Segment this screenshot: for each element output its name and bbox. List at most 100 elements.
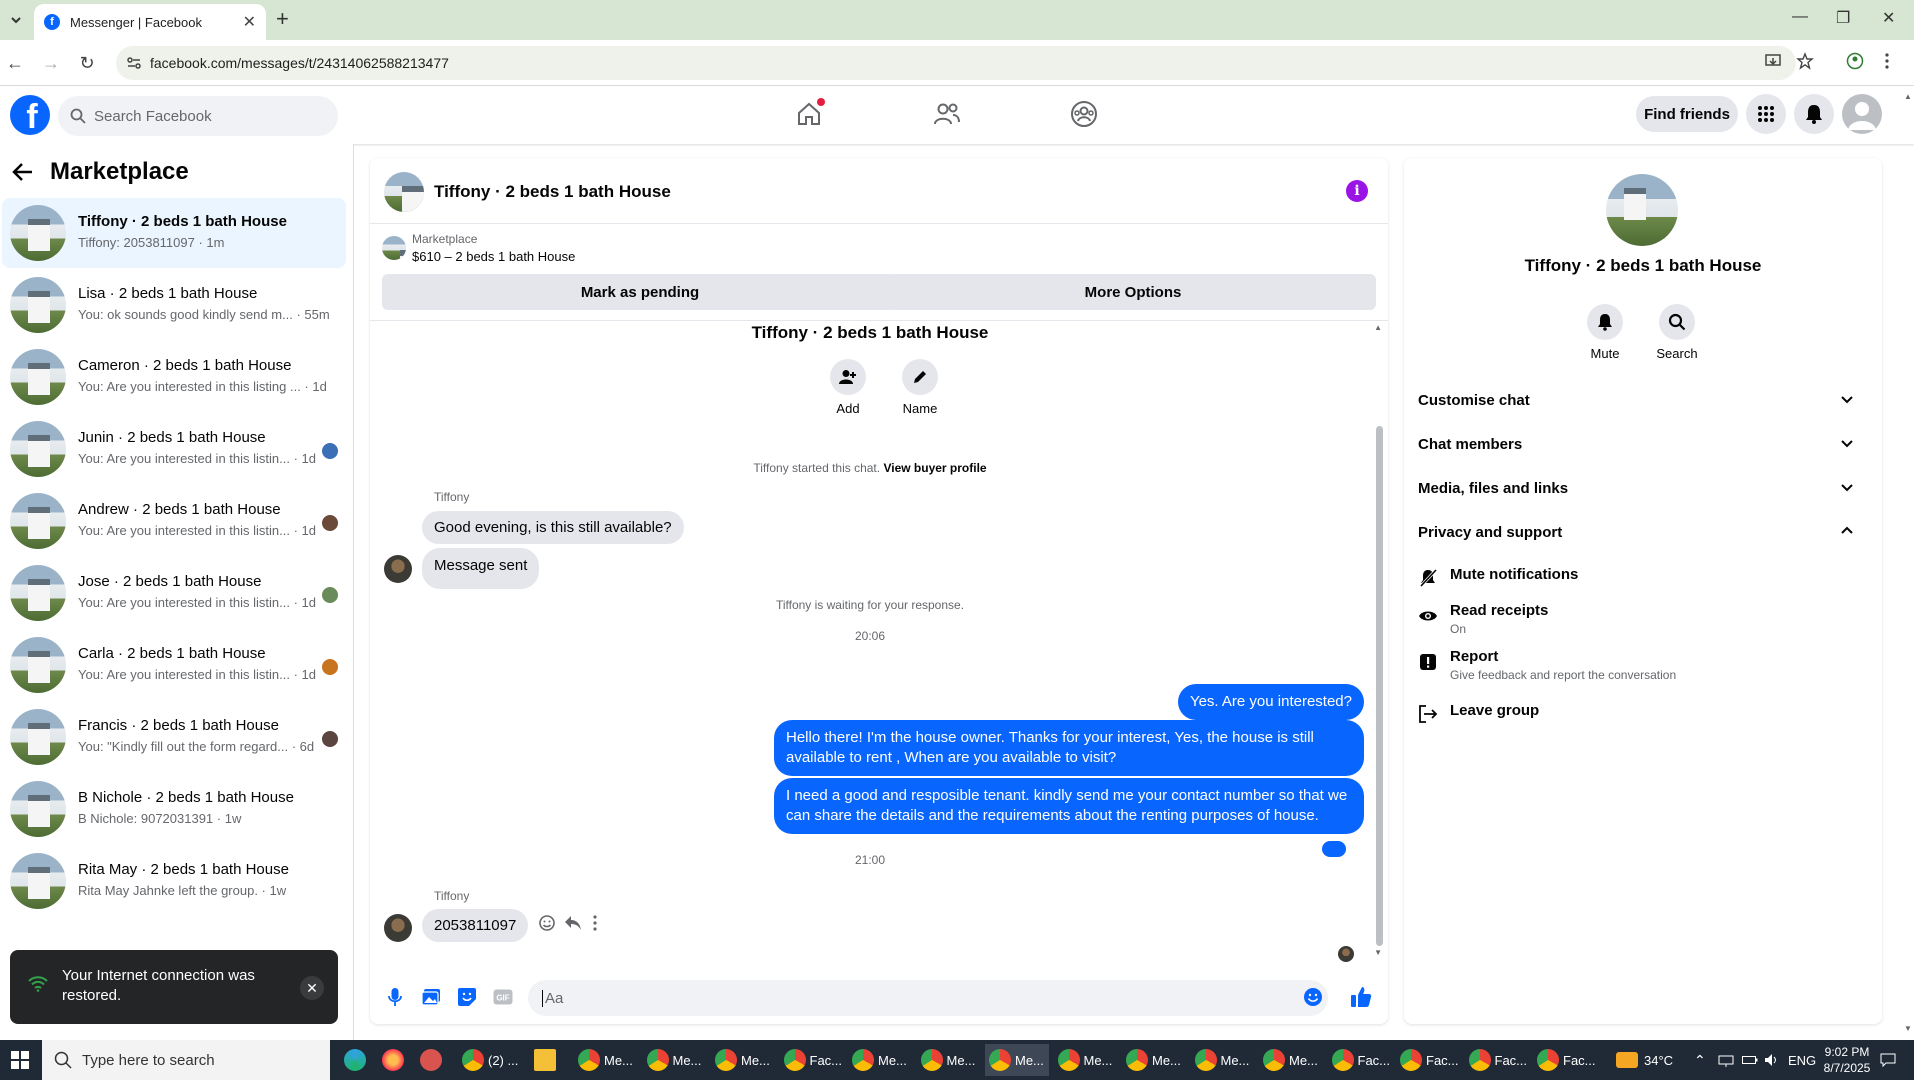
- outgoing-message[interactable]: Hello there! I'm the house owner. Thanks…: [774, 720, 1364, 776]
- outgoing-message[interactable]: I need a good and resposible tenant. kin…: [774, 778, 1364, 834]
- account-avatar[interactable]: [1842, 94, 1882, 134]
- react-icon[interactable]: [538, 914, 556, 932]
- page-scroll-up-icon[interactable]: ▲: [1904, 92, 1912, 101]
- scroll-down-icon[interactable]: ▼: [1374, 948, 1382, 957]
- view-buyer-profile-link[interactable]: View buyer profile: [883, 461, 986, 475]
- mute-notifications-item[interactable]: Mute notifications: [1418, 566, 1864, 590]
- photo-icon[interactable]: [420, 986, 442, 1008]
- more-actions-icon[interactable]: [592, 915, 598, 931]
- taskbar-app-button[interactable]: Fac...: [1533, 1044, 1597, 1076]
- back-icon[interactable]: ←: [4, 52, 26, 74]
- taskbar-app-button[interactable]: Fac...: [1328, 1044, 1392, 1076]
- taskbar-app-button[interactable]: Fac...: [1396, 1044, 1460, 1076]
- info-avatar[interactable]: [1606, 174, 1678, 246]
- thumbs-up-icon[interactable]: [1350, 986, 1372, 1008]
- firefox-taskbar-icon[interactable]: [378, 1044, 408, 1076]
- profile-icon[interactable]: [1846, 52, 1864, 70]
- taskbar-app-button[interactable]: Me...: [711, 1044, 775, 1076]
- conversation-item[interactable]: Tiffony · 2 beds 1 bath House Tiffony: 20…: [2, 198, 346, 268]
- taskbar-app-button[interactable]: Fac...: [780, 1044, 844, 1076]
- chat-scrollbar[interactable]: [1376, 426, 1383, 946]
- bookmark-star-icon[interactable]: [1796, 52, 1814, 70]
- taskbar-app-button[interactable]: Me...: [985, 1044, 1049, 1076]
- taskbar-search-input[interactable]: Type here to search: [42, 1040, 330, 1080]
- friends-icon[interactable]: [927, 94, 967, 134]
- incoming-message[interactable]: Good evening, is this still available?: [422, 511, 684, 544]
- groups-icon[interactable]: [1064, 94, 1104, 134]
- taskbar-app-button[interactable]: Me...: [1054, 1044, 1118, 1076]
- browser-tab-messenger[interactable]: f Messenger | Facebook ✕: [34, 4, 266, 40]
- tab-close-icon[interactable]: ✕: [243, 12, 256, 32]
- conversation-item[interactable]: Jose · 2 beds 1 bath House You: Are you i…: [2, 558, 346, 628]
- sender-avatar[interactable]: [384, 914, 412, 942]
- minimize-icon[interactable]: —: [1792, 8, 1808, 26]
- taskbar-app-button[interactable]: Me...: [1122, 1044, 1186, 1076]
- page-scroll-down-icon[interactable]: ▼: [1904, 1024, 1912, 1033]
- new-tab-button[interactable]: +: [276, 8, 289, 30]
- chat-title[interactable]: Tiffony · 2 beds 1 bath House: [434, 182, 671, 202]
- taskbar-app-button[interactable]: Me...: [643, 1044, 707, 1076]
- message-input[interactable]: Aa: [528, 980, 1328, 1016]
- mute-button[interactable]: Mute: [1575, 304, 1635, 361]
- windows-start-icon[interactable]: [0, 1040, 40, 1080]
- taskbar-app-button[interactable]: Me...: [574, 1044, 638, 1076]
- taskbar-app-button[interactable]: Me...: [1259, 1044, 1323, 1076]
- close-window-icon[interactable]: ✕: [1882, 8, 1895, 28]
- mark-as-pending-button[interactable]: Mark as pending: [382, 274, 898, 310]
- reload-icon[interactable]: ↻: [76, 52, 98, 74]
- more-options-button[interactable]: More Options: [890, 274, 1376, 310]
- conversation-item[interactable]: Francis · 2 beds 1 bath House You: "Kindl…: [2, 702, 346, 772]
- info-icon[interactable]: i: [1346, 180, 1368, 202]
- report-item[interactable]: Report Give feedback and report the conv…: [1418, 648, 1864, 688]
- facebook-search-input[interactable]: Search Facebook: [58, 96, 338, 136]
- notifications-bell-icon[interactable]: [1794, 94, 1834, 134]
- home-icon[interactable]: [789, 94, 829, 134]
- install-app-icon[interactable]: [1764, 52, 1782, 70]
- leave-group-item[interactable]: Leave group: [1418, 702, 1864, 726]
- sticker-icon[interactable]: [456, 986, 478, 1008]
- weather-widget[interactable]: 34°C: [1616, 1040, 1673, 1080]
- tab-search-dropdown-icon[interactable]: [4, 8, 28, 32]
- system-clock[interactable]: 9:02 PM 8/7/2025: [1812, 1044, 1882, 1076]
- battery-icon[interactable]: [1742, 1040, 1758, 1080]
- app-taskbar-icon[interactable]: [416, 1044, 446, 1076]
- gif-icon[interactable]: GIF: [492, 986, 514, 1008]
- search-in-chat-button[interactable]: Search: [1647, 304, 1707, 361]
- forward-icon[interactable]: →: [40, 52, 62, 74]
- network-icon[interactable]: [1718, 1040, 1734, 1080]
- toast-close-icon[interactable]: ✕: [300, 976, 324, 1000]
- taskbar-app-button[interactable]: (2) ...: [458, 1044, 522, 1076]
- back-arrow-icon[interactable]: [12, 162, 34, 182]
- outgoing-message[interactable]: Yes. Are you interested?: [1177, 684, 1364, 720]
- conversation-item[interactable]: Lisa · 2 beds 1 bath House You: ok sounds…: [2, 270, 346, 340]
- chat-members-section[interactable]: Chat members: [1418, 426, 1864, 462]
- menu-grid-icon[interactable]: [1746, 94, 1786, 134]
- microphone-icon[interactable]: [384, 986, 406, 1008]
- taskbar-app-button[interactable]: Fac...: [1465, 1044, 1529, 1076]
- conversation-item[interactable]: Cameron · 2 beds 1 bath House You: Are yo…: [2, 342, 346, 412]
- taskbar-app-button[interactable]: Me...: [1191, 1044, 1255, 1076]
- site-info-icon[interactable]: [126, 55, 142, 71]
- taskbar-app-button[interactable]: Me...: [848, 1044, 912, 1076]
- browser-menu-icon[interactable]: [1884, 52, 1890, 70]
- tray-overflow-icon[interactable]: ⌃: [1694, 1040, 1706, 1080]
- scroll-up-icon[interactable]: ▲: [1374, 323, 1382, 332]
- conversation-item[interactable]: B Nichole · 2 beds 1 bath House B Nichole…: [2, 774, 346, 844]
- reply-icon[interactable]: [564, 915, 582, 931]
- privacy-support-section[interactable]: Privacy and support: [1418, 514, 1864, 550]
- incoming-message[interactable]: 2053811097: [422, 909, 529, 942]
- restore-icon[interactable]: ❐: [1836, 8, 1850, 28]
- read-receipts-item[interactable]: Read receipts On: [1418, 602, 1864, 642]
- conversation-item[interactable]: Carla · 2 beds 1 bath House You: Are you …: [2, 630, 346, 700]
- address-bar[interactable]: facebook.com/messages/t/2431406258821347…: [116, 46, 1796, 80]
- sender-avatar[interactable]: [384, 555, 412, 583]
- customise-chat-section[interactable]: Customise chat: [1418, 382, 1864, 418]
- taskbar-app-button[interactable]: Me...: [917, 1044, 981, 1076]
- emoji-icon[interactable]: [1302, 986, 1324, 1008]
- edge-taskbar-icon[interactable]: [340, 1044, 370, 1076]
- name-group-button[interactable]: Name: [890, 359, 950, 416]
- media-files-links-section[interactable]: Media, files and links: [1418, 470, 1864, 506]
- conversation-item[interactable]: Rita May · 2 beds 1 bath House Rita May J…: [2, 846, 346, 916]
- conversation-item[interactable]: Junin · 2 beds 1 bath House You: Are you …: [2, 414, 346, 484]
- add-people-button[interactable]: Add: [818, 359, 878, 416]
